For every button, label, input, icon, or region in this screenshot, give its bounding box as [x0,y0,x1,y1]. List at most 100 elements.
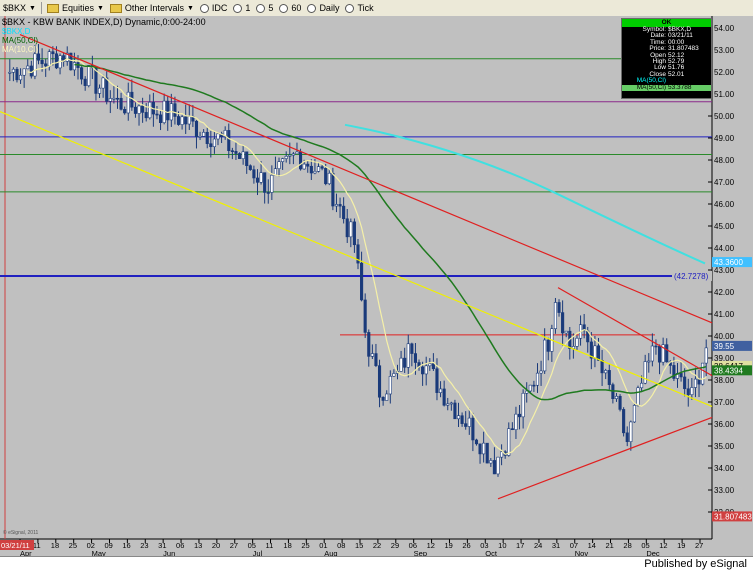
candle-body [155,113,159,116]
candle-body [424,365,428,375]
time-tick-label: 21 [606,541,614,550]
copyright-note: © eSignal, 2011 [3,529,39,536]
price-tick-label: 44.00 [714,244,735,253]
candle-body [647,360,651,363]
price-tick-label: 42.00 [714,288,735,297]
interval-label: 60 [291,3,302,13]
candle-body [342,205,346,220]
footer: Published by eSignal [0,556,753,573]
candle-body [40,59,44,65]
symbol-label: $BKX [3,3,27,13]
price-tick-label: 38.00 [714,376,735,385]
legend-bkx: $BKX,D [2,27,31,36]
candle-body [492,460,496,475]
candle-body [517,413,522,418]
time-tick-label: 29 [391,541,399,550]
interval-60[interactable]: 60 [276,1,304,15]
time-tick-label: 22 [373,541,381,550]
candle-body [97,87,102,94]
price-tick-label: 46.00 [714,200,735,209]
candle-body [701,362,705,385]
candle-body [295,151,299,155]
candle-body [428,363,432,367]
candle-body [80,67,84,80]
interval-daily[interactable]: Daily [304,1,342,15]
interval-5[interactable]: 5 [253,1,276,15]
candle-body [496,456,500,475]
candle-body [126,91,130,114]
candle-body [704,347,708,364]
candle-body [316,166,321,172]
candle-body [521,392,525,418]
toolbar-separator [40,2,42,14]
month-label: Dec [646,549,660,556]
start-date-text: 03/21/11 [1,541,30,550]
candle-body [421,366,425,375]
candle-body [640,382,644,389]
interval-label: IDC [211,3,228,13]
candle-body [281,158,285,162]
chart-title-text: $BKX - KBW BANK INDEX,D) Dynamic,0:00-24… [2,17,206,27]
candle-body [33,53,37,77]
candle-body [105,77,109,102]
candle-body [618,395,622,410]
interval-idc[interactable]: IDC [197,1,231,15]
time-tick-label: 11 [266,541,274,550]
price-tick-label: 36.00 [714,420,735,429]
candle-body [252,169,256,179]
month-label: Jun [163,549,175,556]
folder-icon [46,3,59,13]
candle-body [237,153,242,159]
chevron-down-icon: ▼ [29,4,36,12]
candle-body [119,97,123,110]
other-intervals-label: Other Intervals [124,3,184,13]
candle-body [403,357,407,368]
candle-body [683,376,687,390]
candle-body [180,116,184,125]
candle-body [471,417,475,441]
price-tick-label: 35.00 [714,442,735,451]
price-badge-text: (42.7278) [674,272,709,281]
candle-body [148,101,152,119]
time-tick-label: 25 [301,541,309,550]
candle-body [266,192,270,194]
symbol-field[interactable]: $BKX ▼ [0,1,39,15]
candle-body [442,388,446,406]
candle-body [370,353,374,357]
candle-body [338,204,342,207]
legend-ma50: MA(50,Cl) [2,36,39,45]
price-tick-label: 40.00 [714,332,735,341]
candle-body [51,51,55,55]
candle-body [557,302,561,313]
chevron-down-icon: ▼ [96,4,104,12]
time-tick-label: 16 [122,541,130,550]
candle-body [241,151,245,159]
price-tick-label: 34.00 [714,464,735,473]
interval-tick[interactable]: Tick [342,1,376,15]
candle-body [374,353,378,366]
candle-body [697,378,701,385]
time-tick-label: 31 [552,541,560,550]
candle-body [87,65,91,86]
price-tick-label: 53.00 [714,46,735,55]
other-intervals-menu[interactable]: Other Intervals ▼ [107,1,197,15]
candle-body [435,368,439,393]
price-tick-label: 33.00 [714,486,735,495]
month-label: Apr [20,549,32,556]
candle-body [263,172,267,193]
equities-menu[interactable]: Equities ▼ [44,1,107,15]
interval-1[interactable]: 1 [230,1,253,15]
candle-body [334,204,339,207]
time-tick-label: 28 [623,541,631,550]
candle-body [532,384,536,387]
candle-body [410,343,414,354]
interval-label: 5 [268,3,274,13]
candle-body [377,365,382,398]
candle-body [600,360,604,374]
candle-body [413,353,417,363]
candle-body [299,151,303,170]
candle-body [187,116,191,125]
time-tick-label: 13 [194,541,202,550]
candle-body [453,402,457,420]
candle-body [36,53,41,61]
